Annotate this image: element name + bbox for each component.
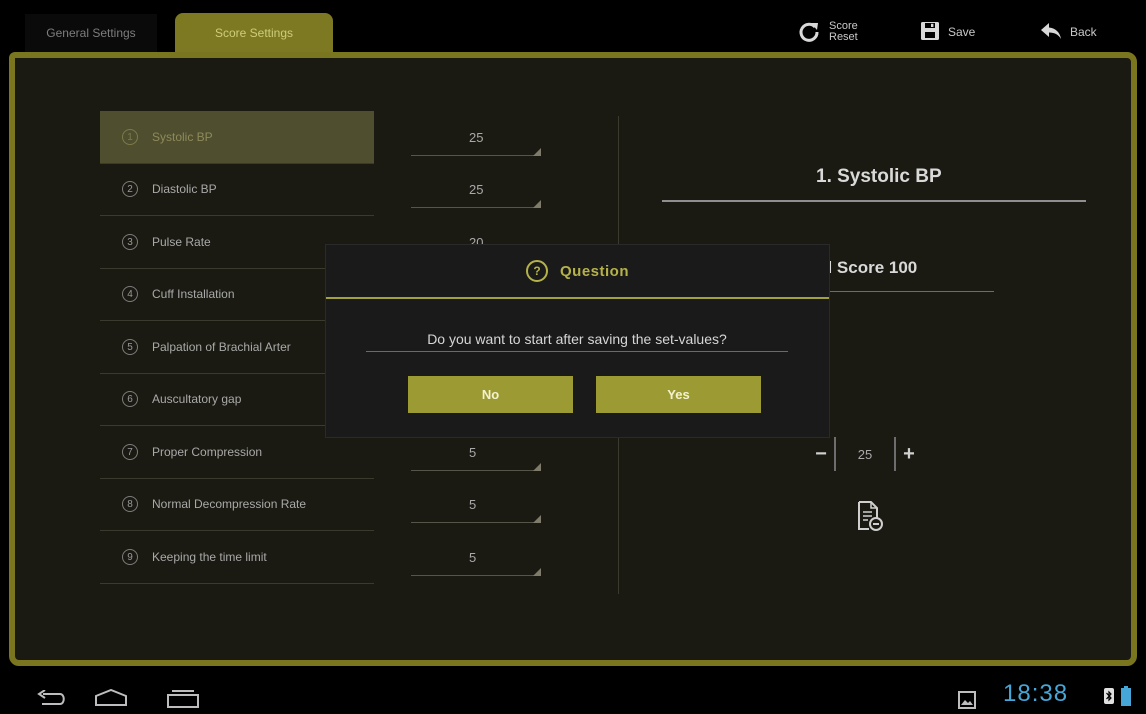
- gallery-notification-icon[interactable]: [958, 691, 976, 714]
- score-settings-screen: General Settings Score Settings Score Re…: [0, 0, 1146, 713]
- dialog-message-divider: [366, 351, 788, 352]
- yes-button[interactable]: Yes: [596, 376, 761, 413]
- bluetooth-icon: [1103, 686, 1115, 711]
- question-icon: ?: [525, 260, 548, 282]
- dialog-message: Do you want to start after saving the se…: [427, 331, 727, 347]
- dialog-header: ? Question: [326, 245, 829, 299]
- no-button[interactable]: No: [408, 376, 573, 413]
- nav-back-icon[interactable]: [36, 689, 68, 713]
- nav-recent-apps-icon[interactable]: [166, 689, 200, 714]
- battery-icon: [1120, 686, 1132, 713]
- nav-home-icon[interactable]: [94, 688, 128, 712]
- dialog-title: Question: [559, 262, 629, 280]
- question-dialog: ? Question Do you want to start after sa…: [326, 245, 829, 437]
- status-clock: 18:38: [1003, 680, 1069, 707]
